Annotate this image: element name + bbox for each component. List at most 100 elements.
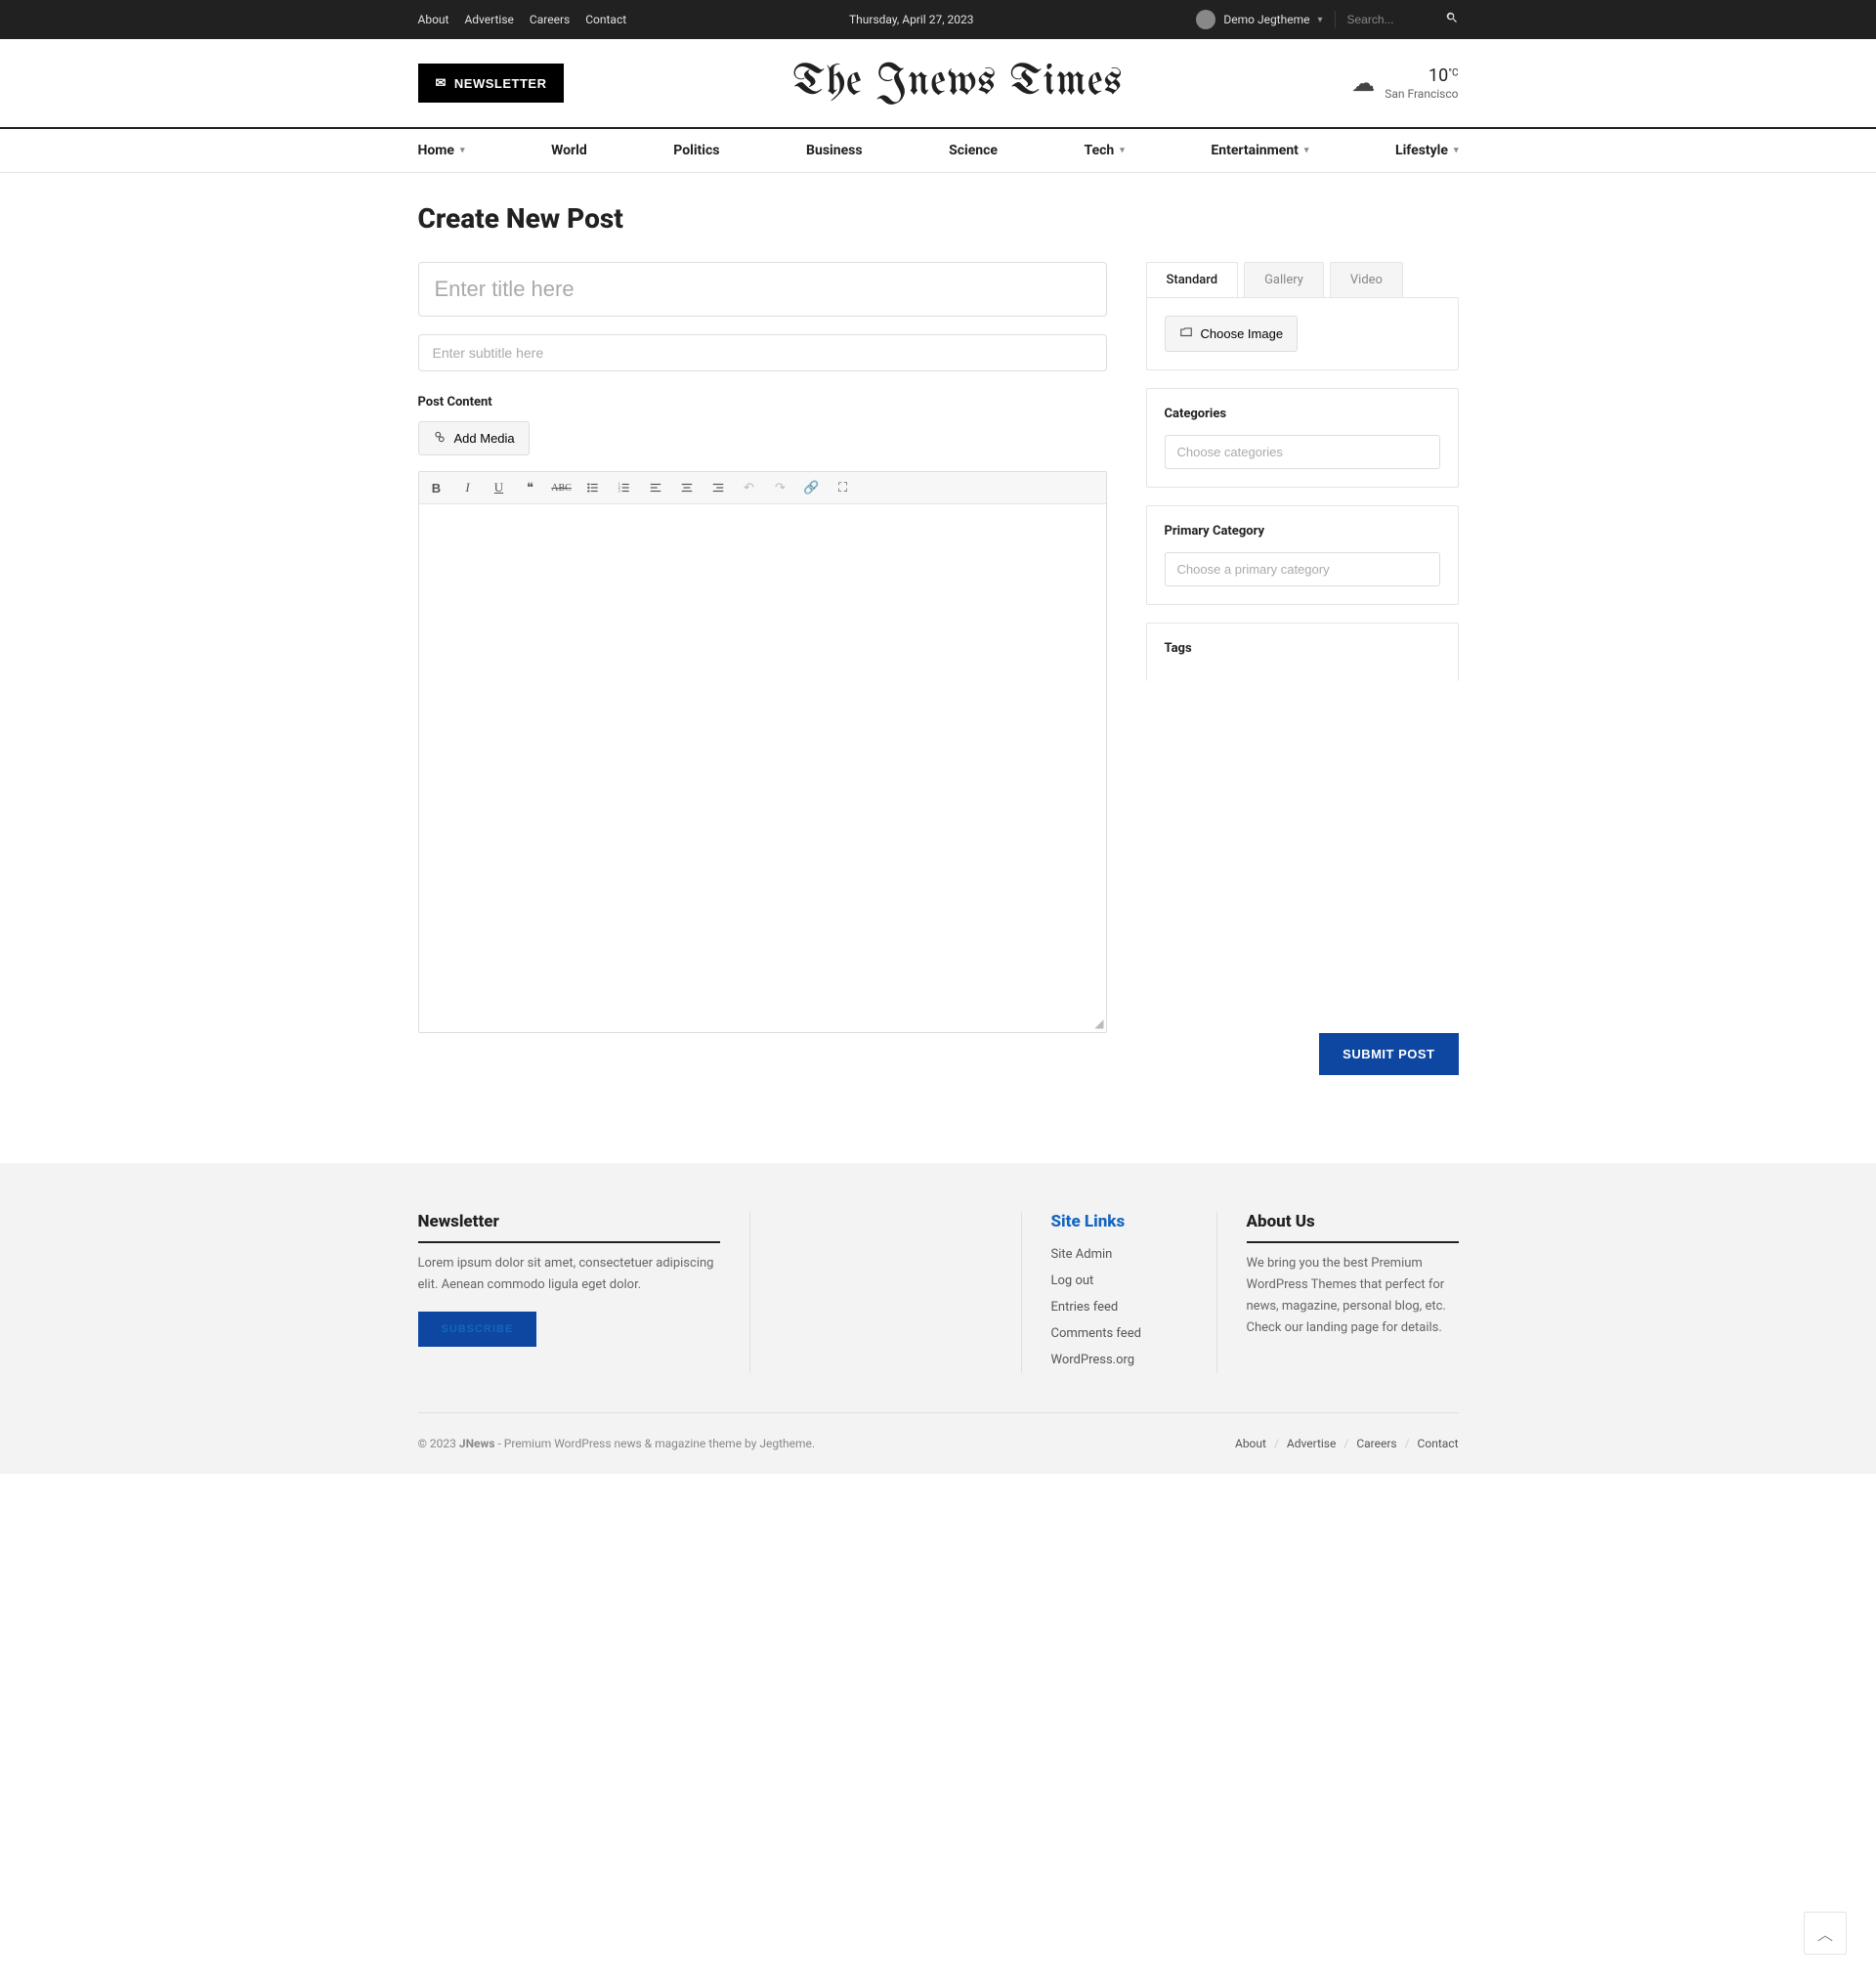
search-icon[interactable] [1445, 11, 1459, 28]
chevron-down-icon: ▾ [1304, 146, 1309, 155]
footer-link[interactable]: Entries feed [1051, 1294, 1187, 1320]
footer-vendor-link[interactable]: Jegtheme [759, 1437, 812, 1450]
align-left-button[interactable] [646, 478, 665, 497]
strikethrough-button[interactable]: ABC [552, 478, 572, 497]
nav-item-lifestyle[interactable]: Lifestyle▾ [1395, 129, 1458, 172]
add-media-label: Add Media [454, 431, 515, 446]
redo-button[interactable]: ↷ [771, 478, 790, 497]
add-media-button[interactable]: Add Media [418, 421, 530, 455]
site-logo[interactable]: The Jnews Times [793, 61, 1124, 106]
link-button[interactable]: 🔗 [802, 478, 822, 497]
editor-body[interactable]: ◢ [419, 504, 1106, 1032]
nav-item-business[interactable]: Business [806, 129, 862, 172]
footer-about-heading: About Us [1247, 1212, 1459, 1243]
footer-bottom-link[interactable]: Contact [1418, 1437, 1459, 1450]
footer-link[interactable]: WordPress.org [1051, 1347, 1187, 1373]
tags-panel: Tags [1146, 623, 1459, 681]
page-title: Create New Post [418, 202, 1459, 235]
editor: B I U ❝ ABC 123 [418, 471, 1107, 1033]
nav-item-science[interactable]: Science [949, 129, 998, 172]
topbar: About Advertise Careers Contact Thursday… [0, 0, 1876, 39]
tags-label: Tags [1165, 641, 1440, 656]
footer-newsletter: Newsletter Lorem ipsum dolor sit amet, c… [418, 1212, 750, 1373]
choose-image-button[interactable]: Choose Image [1165, 316, 1299, 352]
footer-link[interactable]: Site Admin [1051, 1241, 1187, 1268]
tab-video[interactable]: Video [1330, 262, 1403, 297]
bold-button[interactable]: B [427, 478, 447, 497]
weather-unit: °C [1448, 67, 1458, 78]
tab-gallery[interactable]: Gallery [1244, 262, 1324, 297]
footer-link[interactable]: Comments feed [1051, 1320, 1187, 1347]
resize-handle[interactable]: ◢ [1094, 1016, 1103, 1030]
footer-link[interactable]: Log out [1051, 1268, 1187, 1294]
cloud-icon: ☁ [1351, 69, 1375, 97]
chevron-down-icon: ▾ [1454, 146, 1459, 155]
post-subtitle-input[interactable] [418, 334, 1107, 371]
align-center-button[interactable] [677, 478, 697, 497]
primary-category-input[interactable] [1165, 552, 1440, 586]
nav-item-tech[interactable]: Tech▾ [1085, 129, 1125, 172]
ordered-list-button[interactable]: 123 [615, 478, 634, 497]
footer: Newsletter Lorem ipsum dolor sit amet, c… [0, 1163, 1876, 1474]
envelope-icon: ✉ [436, 75, 447, 91]
footer-about-text: We bring you the best Premium WordPress … [1247, 1253, 1459, 1339]
user-name: Demo Jegtheme [1223, 13, 1309, 26]
categories-panel: Categories [1146, 388, 1459, 488]
footer-bottom-links: About/Advertise/Careers/Contact [1235, 1437, 1459, 1450]
footer-copyright: © 2023 JNews - Premium WordPress news & … [418, 1437, 816, 1450]
quote-button[interactable]: ❝ [521, 478, 540, 497]
svg-text:3: 3 [618, 489, 619, 494]
footer-newsletter-text: Lorem ipsum dolor sit amet, consectetuer… [418, 1253, 720, 1296]
underline-button[interactable]: U [490, 478, 509, 497]
topbar-links: About Advertise Careers Contact [418, 13, 627, 26]
format-tabs: Standard Gallery Video [1146, 262, 1459, 297]
footer-bottom-link[interactable]: Careers [1356, 1437, 1396, 1450]
topbar-link-careers[interactable]: Careers [530, 13, 570, 26]
fullscreen-button[interactable]: ⛶ [833, 478, 853, 497]
chevron-down-icon: ▾ [1317, 15, 1322, 25]
tab-standard[interactable]: Standard [1146, 262, 1239, 297]
categories-label: Categories [1165, 407, 1440, 421]
weather-widget: ☁ 10°C San Francisco [1351, 65, 1458, 103]
topbar-link-contact[interactable]: Contact [585, 13, 626, 26]
topbar-link-advertise[interactable]: Advertise [464, 13, 513, 26]
nav-item-home[interactable]: Home▾ [418, 129, 465, 172]
align-right-button[interactable] [708, 478, 728, 497]
submit-post-button[interactable]: SUBMIT POST [1319, 1033, 1458, 1075]
footer-newsletter-heading: Newsletter [418, 1212, 720, 1243]
footer-sitelinks-heading: Site Links [1051, 1212, 1187, 1231]
bullet-list-button[interactable] [583, 478, 603, 497]
primary-category-label: Primary Category [1165, 524, 1440, 539]
footer-about: About Us We bring you the best Premium W… [1217, 1212, 1459, 1373]
italic-button[interactable]: I [458, 478, 478, 497]
choose-image-label: Choose Image [1201, 326, 1284, 341]
undo-button[interactable]: ↶ [740, 478, 759, 497]
nav-item-politics[interactable]: Politics [673, 129, 719, 172]
media-icon [433, 430, 447, 447]
footer-brand: JNews [459, 1437, 495, 1450]
chevron-down-icon: ▾ [1120, 146, 1125, 155]
chevron-up-icon: ︿ [1817, 1921, 1833, 1945]
categories-input[interactable] [1165, 435, 1440, 469]
user-menu[interactable]: Demo Jegtheme ▾ [1196, 10, 1322, 29]
primary-category-panel: Primary Category [1146, 505, 1459, 605]
newsletter-label: NEWSLETTER [454, 76, 547, 91]
image-panel: Choose Image [1146, 297, 1459, 370]
search-wrap [1335, 11, 1459, 28]
topbar-date: Thursday, April 27, 2023 [626, 13, 1196, 26]
footer-bottom-link[interactable]: Advertise [1287, 1437, 1336, 1450]
nav-item-world[interactable]: World [551, 129, 587, 172]
nav-item-entertainment[interactable]: Entertainment▾ [1211, 129, 1308, 172]
subscribe-button[interactable]: SUBSCRIBE [418, 1312, 537, 1347]
scroll-to-top-button[interactable]: ︿ [1804, 1912, 1847, 1955]
post-content-label: Post Content [418, 395, 1107, 410]
avatar [1196, 10, 1215, 29]
weather-location: San Francisco [1385, 87, 1458, 103]
footer-bottom-link[interactable]: About [1235, 1437, 1266, 1450]
post-title-input[interactable] [418, 262, 1107, 317]
main-nav: Home▾ World Politics Business Science Tech▾ En… [0, 127, 1876, 173]
search-input[interactable] [1347, 13, 1445, 26]
footer-spacer [750, 1212, 1022, 1373]
newsletter-button[interactable]: ✉ NEWSLETTER [418, 64, 565, 103]
topbar-link-about[interactable]: About [418, 13, 449, 26]
